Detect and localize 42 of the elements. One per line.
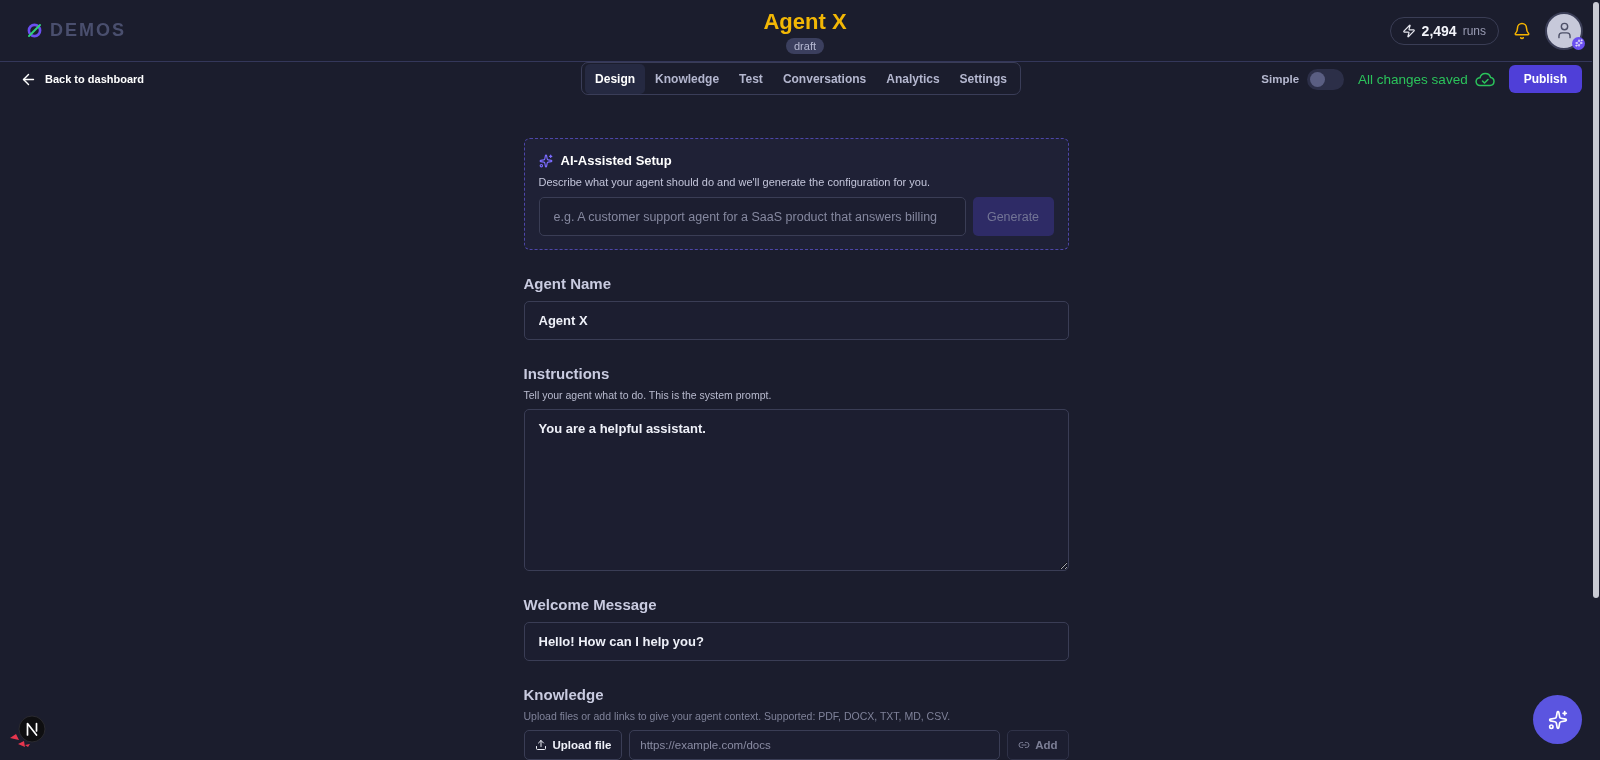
upload-file-button[interactable]: Upload file — [523, 730, 623, 760]
logo-icon — [27, 23, 42, 38]
lightning-icon — [1401, 23, 1416, 38]
notifications-bell-icon[interactable] — [1513, 21, 1531, 40]
tab[interactable]: Test — [729, 63, 773, 94]
upload-icon — [534, 739, 547, 751]
user-avatar-icon[interactable] — [1545, 11, 1583, 50]
tab[interactable]: Analytics — [876, 63, 950, 94]
tab[interactable]: Conversations — [772, 63, 877, 94]
ai-setup-description: Describe what your agent should do and we'll generate the configuration for you. — [538, 176, 932, 188]
tab[interactable]: Knowledge — [645, 63, 730, 94]
logo-text: DEMOS — [50, 20, 126, 41]
tab[interactable]: Settings — [949, 63, 1017, 94]
tab[interactable]: Design — [585, 63, 646, 94]
assistant-fab-button[interactable] — [1533, 695, 1582, 744]
sparkle-icon — [538, 153, 553, 168]
cloud-check-icon — [1474, 71, 1495, 87]
ai-setup-title: AI-Assisted Setup — [560, 153, 672, 168]
toggle-label: Simple — [1261, 73, 1300, 85]
publish-button[interactable]: Publish — [1508, 65, 1582, 93]
scrollbar-thumb[interactable] — [1593, 2, 1599, 598]
back-link[interactable]: Back to dashboard — [20, 70, 145, 88]
runs-count: 2,494 — [1421, 22, 1457, 39]
runs-unit: runs — [1462, 23, 1486, 38]
dev-tools-badge-icon[interactable] — [8, 714, 48, 748]
status-badge: draft — [786, 38, 824, 54]
field-label: Instructions — [523, 365, 611, 382]
field-label: Knowledge — [523, 686, 605, 703]
welcome-message-input[interactable]: Hello! How can I help you? — [523, 622, 1069, 661]
link-icon — [1018, 739, 1031, 751]
field-label: Welcome Message — [523, 596, 658, 613]
agent-name-input[interactable]: Agent X — [523, 301, 1069, 340]
sparkle-icon — [1547, 709, 1568, 730]
field-label: Agent Name — [523, 275, 613, 292]
instructions-textarea[interactable]: You are a helpful assistant. — [523, 409, 1069, 571]
url-input[interactable]: https://example.com/docs — [629, 730, 1001, 760]
field-hint: Upload files or add links to give your agent context. Supported: PDF, DOCX, TXT, MD, CSV. — [523, 710, 952, 722]
agent-title: Agent X — [763, 9, 847, 35]
simple-toggle[interactable] — [1307, 68, 1345, 90]
save-status: All changes saved — [1358, 71, 1468, 87]
field-hint: Tell your agent what to do. This is the system prompt. — [523, 389, 773, 401]
prompt-input[interactable]: e.g. A customer support agent for a SaaS product that answers billing — [538, 197, 966, 236]
